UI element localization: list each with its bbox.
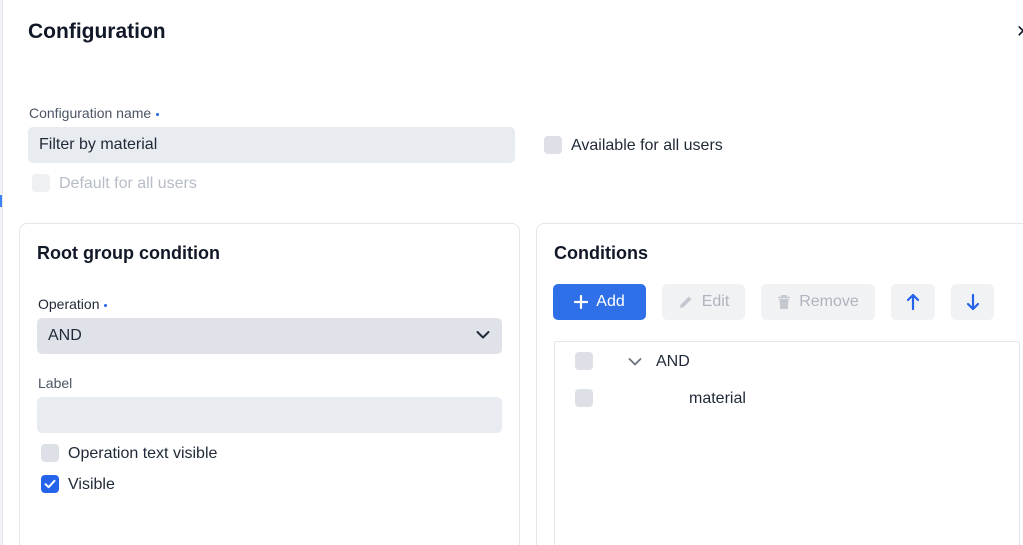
required-indicator [156,112,160,116]
edit-button-label: Edit [701,293,730,310]
remove-button[interactable]: Remove [761,284,875,320]
tree-row-checkbox-and[interactable] [575,352,593,370]
label-field-label: Label [38,375,73,391]
root-group-panel [19,223,520,545]
trash-icon [778,295,791,309]
arrow-down-icon [966,293,979,311]
checkmark-icon [44,479,56,489]
add-button-label: Add [596,293,625,310]
chevron-down-icon [476,331,490,339]
tree-row-label-and[interactable]: AND [656,353,690,371]
available-all-users-checkbox[interactable] [544,136,562,154]
chevron-down-icon[interactable] [628,357,642,367]
conditions-tree [554,341,1020,545]
move-down-button[interactable] [951,284,994,320]
configuration-name-label-text: Configuration name [29,105,152,121]
arrow-up-icon [906,293,920,311]
dialog-title: Configuration [28,20,166,43]
default-all-users-label: Default for all users [59,175,197,192]
operation-text-visible-checkbox[interactable] [41,444,59,462]
add-button[interactable]: Add [553,284,646,320]
operation-select[interactable]: AND [37,318,502,354]
move-up-button[interactable] [891,284,935,320]
available-all-users-label: Available for all users [571,137,723,154]
close-icon[interactable]: ✕ [1016,22,1023,44]
required-indicator [104,303,108,307]
visible-label: Visible [68,476,115,493]
label-input[interactable] [37,397,502,433]
conditions-title: Conditions [554,243,648,263]
operation-label-text: Operation [38,296,100,312]
pencil-icon [679,296,692,308]
tree-row-label-material[interactable]: material [689,390,746,408]
root-group-title: Root group condition [37,243,220,263]
default-all-users-checkbox[interactable] [32,174,50,192]
configuration-name-input[interactable] [28,127,515,163]
operation-label: Operation [38,296,108,312]
remove-button-label: Remove [799,293,859,310]
tree-row-checkbox-material[interactable] [575,389,593,407]
plus-icon [574,295,589,309]
configuration-name-label: Configuration name [29,105,160,121]
edit-button[interactable]: Edit [662,284,745,320]
visible-checkbox[interactable] [41,475,59,493]
operation-text-visible-label: Operation text visible [68,445,218,462]
configuration-dialog: Configuration ✕ Configuration name Avail… [2,0,1023,545]
operation-select-value: AND [48,327,82,344]
